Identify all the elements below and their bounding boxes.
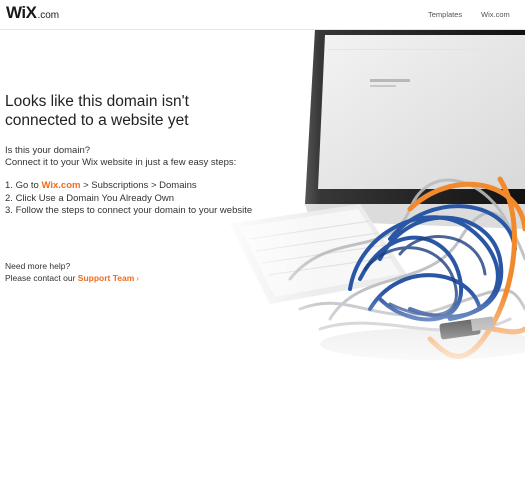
support-team-link[interactable]: Support Team: [78, 273, 135, 283]
chevron-right-icon: ›: [136, 274, 139, 283]
wix-logo[interactable]: WiX .com: [6, 3, 59, 23]
wix-com-link[interactable]: Wix.com: [41, 180, 80, 191]
wix-logo-wordmark: WiX: [6, 3, 37, 22]
step-2: 2. Click Use a Domain You Already Own: [5, 193, 174, 205]
intro-text: Connect it to your Wix website in just a…: [5, 157, 237, 168]
help-prefix: Please contact our: [5, 273, 76, 283]
page-headline: Looks like this domain isn't connected t…: [5, 92, 265, 130]
step-3-number: 3.: [5, 205, 13, 216]
step-1-suffix: > Subscriptions > Domains: [83, 180, 197, 191]
domain-question: Is this your domain?: [5, 145, 91, 156]
tangled-cables-illustration: [210, 29, 525, 379]
step-3-text: Follow the steps to connect your domain …: [15, 205, 253, 216]
headline-line-2: connected to a website yet: [5, 112, 189, 129]
top-header: WiX .com Templates Wix.com: [0, 0, 525, 30]
headline-line-1: Looks like this domain isn't: [5, 93, 189, 110]
step-1: 1. Go to Wix.com > Subscriptions > Domai…: [5, 180, 197, 192]
step-1-prefix: Go to: [15, 180, 39, 191]
nav-wix-link[interactable]: Wix.com: [481, 10, 510, 19]
help-title: Need more help?: [5, 261, 71, 271]
step-2-number: 2.: [5, 193, 13, 204]
step-1-number: 1.: [5, 180, 13, 191]
step-3: 3. Follow the steps to connect your doma…: [5, 205, 252, 217]
help-contact: Please contact our Support Team ›: [5, 272, 139, 285]
nav-templates-link[interactable]: Templates: [428, 10, 462, 19]
step-2-text: Click Use a Domain You Already Own: [15, 193, 174, 204]
wix-logo-tld: .com: [37, 10, 60, 21]
page: WiX .com Templates Wix.com Looks like th…: [0, 0, 525, 480]
